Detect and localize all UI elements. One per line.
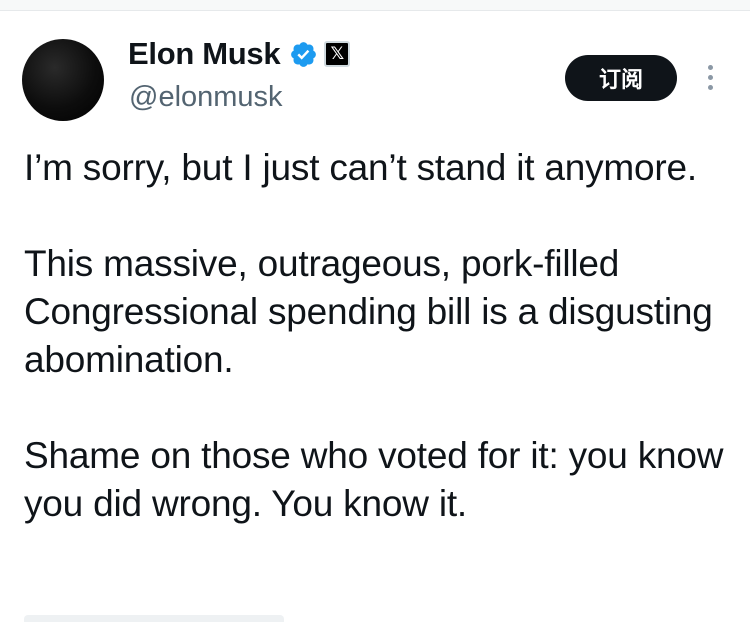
x-logo-icon[interactable]: 𝕏 [324, 41, 351, 67]
author-handle[interactable]: @elonmusk [129, 81, 283, 114]
cropped-timestamp-row [24, 607, 324, 622]
top-divider [0, 0, 750, 11]
tweet-card: Elon Musk 𝕏 @elonmusk 订阅 I’m sorry, but … [0, 11, 750, 622]
avatar[interactable] [22, 39, 104, 121]
tweet-paragraph: This massive, outrageous, pork-filled Co… [24, 243, 713, 380]
tweet-paragraph: I’m sorry, but I just can’t stand it any… [24, 147, 698, 188]
author-name-row: Elon Musk 𝕏 [128, 36, 351, 72]
tweet-text: I’m sorry, but I just can’t stand it any… [24, 144, 724, 528]
more-dot [707, 84, 713, 90]
more-dot [707, 74, 713, 80]
author-display-name[interactable]: Elon Musk [128, 36, 281, 72]
more-dot [707, 64, 713, 70]
more-vertical-icon[interactable] [700, 59, 720, 95]
verified-badge-icon [289, 40, 318, 69]
tweet-paragraph: Shame on those who voted for it: you kno… [24, 435, 724, 524]
subscribe-button[interactable]: 订阅 [565, 55, 677, 101]
